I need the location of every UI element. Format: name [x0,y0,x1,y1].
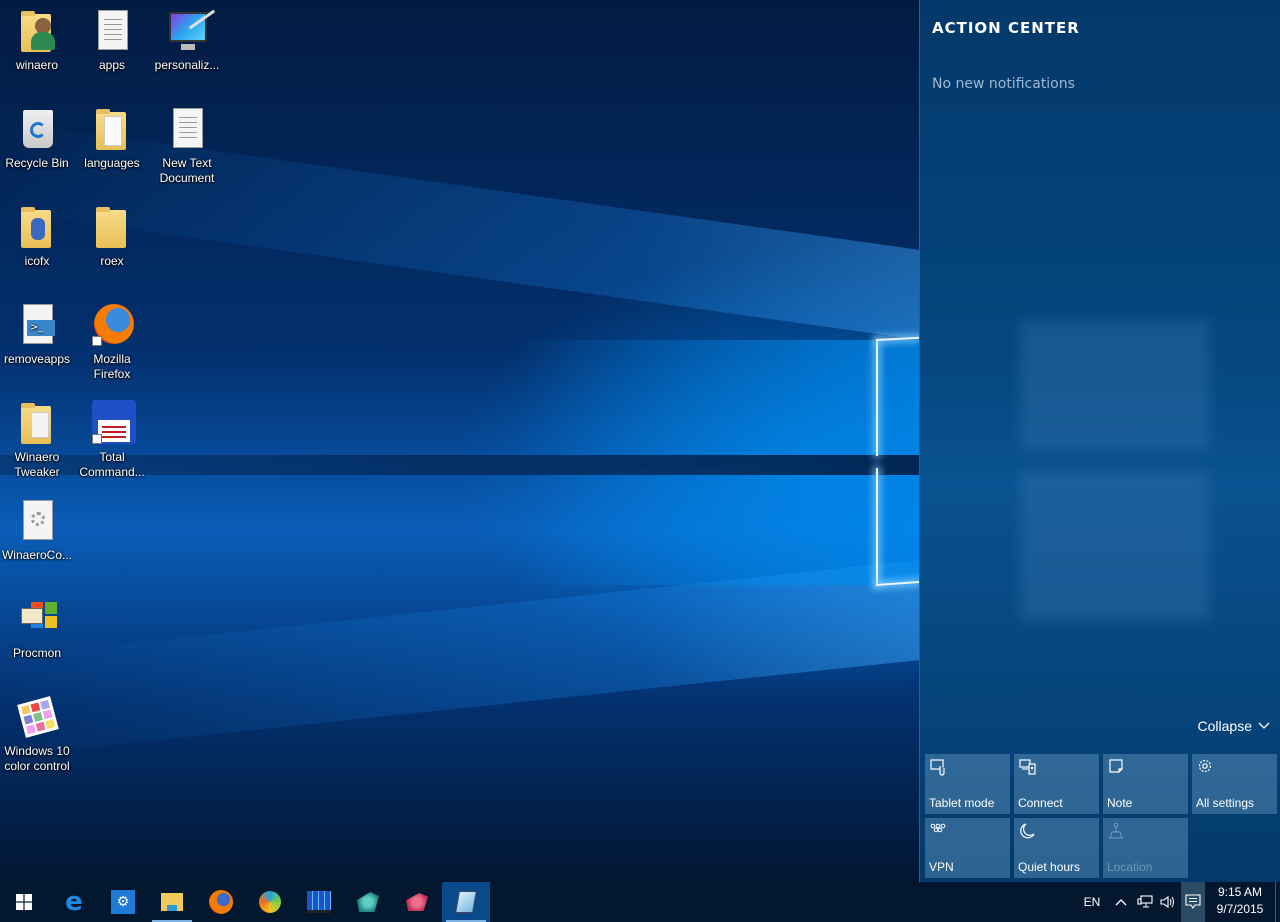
start-button[interactable] [0,882,48,922]
desktop-icon-winaero-tweaker[interactable]: Winaero Tweaker [0,400,74,480]
moon-icon [1020,823,1035,839]
windows-logo-icon [16,894,32,910]
taskbar-registry-editor[interactable] [393,882,441,922]
action-center-title: ACTION CENTER [932,19,1080,37]
window-pane [520,470,920,585]
light-beam [0,560,920,757]
desktop-icon-recycle-bin[interactable]: Recycle Bin [0,106,74,171]
speaker-icon [1160,895,1174,909]
config-file-icon [13,498,61,546]
connect-icon [1019,759,1036,775]
taskbar-clock[interactable]: 9:15 AM 9/7/2015 [1208,884,1272,918]
taskbar-cubes-app[interactable] [344,882,392,922]
tile-quiet-hours[interactable]: Quiet hours [1014,818,1099,878]
vpn-icon [930,823,946,833]
procmon-icon [13,596,61,644]
text-document-icon [88,8,136,56]
note-icon [1109,759,1123,773]
collapse-button[interactable]: Collapse [1198,718,1270,734]
window-edge [876,340,878,456]
network-button[interactable] [1134,882,1156,922]
desktop-icon-languages[interactable]: languages [75,106,149,171]
desktop-icon-firefox[interactable]: Mozilla Firefox [75,302,149,382]
taskbar-firefox[interactable] [197,882,245,922]
folder-icon [13,400,61,448]
registry-editor-icon [406,893,428,911]
action-center-button[interactable] [1181,882,1205,922]
recycle-bin-icon [13,106,61,154]
taskbar-total-commander[interactable] [295,882,343,922]
language-indicator[interactable]: EN [1078,882,1106,922]
folder-icon [88,204,136,252]
collapse-label: Collapse [1197,718,1252,734]
show-hidden-icons-button[interactable] [1110,882,1132,922]
personalize-monitor-icon [163,8,216,56]
desktop-icon-roex[interactable]: roex [75,204,149,269]
tile-location[interactable]: Location [1103,818,1188,878]
window-pane [520,340,920,455]
desktop-icon-removeapps[interactable]: >_ removeapps [0,302,74,367]
taskbar-swirl-app[interactable] [246,882,294,922]
tile-vpn[interactable]: VPN [925,818,1010,878]
settings-icon: ⚙ [111,890,135,914]
swirl-app-icon [259,891,281,913]
desktop-icon-apps[interactable]: apps [75,8,149,73]
chevron-down-icon [1258,722,1270,729]
action-center-panel: ACTION CENTER No new notifications Colla… [919,0,1280,882]
notepad-icon [455,891,477,913]
tile-all-settings[interactable]: All settings [1192,754,1277,814]
edge-icon: e [65,887,83,917]
color-control-icon [13,694,61,742]
user-folder-icon [13,8,61,56]
file-explorer-icon [161,893,183,911]
settings-gear-icon [1198,759,1212,773]
total-commander-icon [307,891,331,913]
total-commander-icon [88,400,136,448]
text-document-icon [163,106,211,154]
taskbar-settings[interactable]: ⚙ [99,882,147,922]
taskbar-edge[interactable]: e [50,882,98,922]
desktop-icon-total-commander[interactable]: Total Command... [75,400,149,480]
tile-connect[interactable]: Connect [1014,754,1099,814]
show-desktop-button[interactable] [1275,882,1276,922]
no-notifications-text: No new notifications [932,76,1075,92]
folder-icon [88,106,136,154]
folder-icon [13,204,61,252]
taskbar: e ⚙ EN 9:15 AM 9/7/2015 [0,882,1280,922]
desktop-icon-winaero[interactable]: winaero [0,8,74,73]
taskbar-notepad[interactable] [442,882,490,922]
clock-date: 9/7/2015 [1216,902,1264,916]
desktop-icon-icofx[interactable]: icofx [0,204,74,269]
location-icon [1109,822,1123,839]
firefox-icon [209,890,233,914]
desktop-icon-personalize[interactable]: personaliz... [150,8,224,73]
chevron-up-icon [1115,899,1127,906]
window-edge [876,468,878,586]
cubes-app-icon [357,892,379,912]
network-icon [1137,895,1153,908]
desktop-icon-procmon[interactable]: Procmon [0,596,74,661]
volume-button[interactable] [1158,882,1180,922]
desktop-icon-color-control[interactable]: Windows 10 color control [0,694,74,774]
tile-tablet-mode[interactable]: Tablet mode [925,754,1010,814]
tile-note[interactable]: Note [1103,754,1188,814]
desktop-icon-winaeroconfig[interactable]: WinaeroCo... [0,498,74,563]
tablet-mode-icon [930,759,945,776]
firefox-icon [88,302,136,350]
clock-time: 9:15 AM [1217,885,1263,899]
powershell-script-icon: >_ [13,302,61,350]
wallpaper-reflection [1010,300,1220,640]
taskbar-file-explorer[interactable] [148,882,196,922]
desktop-icon-new-text-document[interactable]: New Text Document [150,106,224,186]
notifications-icon [1185,894,1201,909]
